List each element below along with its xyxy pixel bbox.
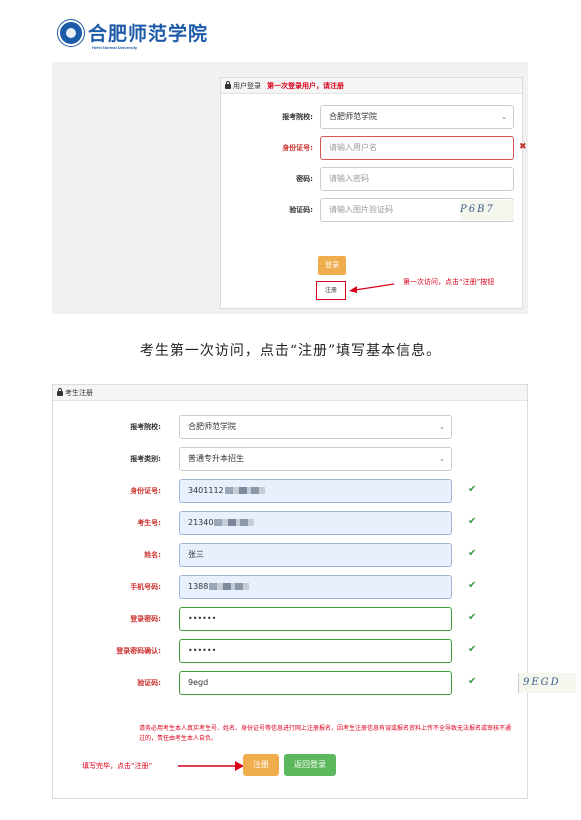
school-select[interactable]: 合肥师范学院 ⌄ (320, 105, 514, 129)
exam-no-input[interactable]: 21340 (179, 511, 452, 535)
category-row: 报考类别: 普通专升本招生 ⌄ (53, 447, 527, 471)
check-icon: ✔ (468, 484, 477, 495)
id-input[interactable]: 请输入用户名 (320, 136, 514, 160)
password-row: 密码: 请输入密码 (221, 167, 524, 191)
blurred-text (214, 519, 255, 526)
university-emblem-icon (58, 20, 84, 46)
blurred-text (224, 487, 265, 494)
captcha-placeholder: 请输入图片验证码 (329, 205, 393, 214)
register-title: 考生注册 (65, 389, 93, 397)
check-icon: ✔ (468, 676, 477, 687)
university-name: 合肥师范学院 (88, 23, 209, 45)
password-row: 登录密码: •••••• ✔ (53, 607, 527, 631)
lock-icon (57, 388, 63, 396)
login-panel: 用户登录 第一次登录用户，请注册 报考院校: 合肥师范学院 ⌄ 身份证号: 请输入… (220, 77, 527, 309)
captcha-input[interactable]: 请输入图片验证码 P6B7 (320, 198, 514, 222)
name-label: 姓名: (144, 551, 161, 559)
captcha-image[interactable]: 9EGD (518, 673, 576, 693)
id-value: 3401112 (188, 486, 224, 495)
callout-arrow (349, 283, 394, 293)
password-input[interactable]: •••••• (179, 607, 452, 631)
password-label: 密码: (296, 175, 313, 183)
submit-callout: 填写完毕，点击“注册” (82, 762, 153, 770)
register-submit-button[interactable]: 注册 (243, 754, 279, 776)
category-label: 报考类别: (130, 455, 161, 463)
confirm-password-label: 登录密码确认: (116, 647, 161, 655)
blurred-text (209, 583, 250, 590)
register-panel-header: 考生注册 (53, 385, 527, 401)
captcha-input[interactable]: 9egd 9EGD (179, 671, 576, 695)
confirm-password-input[interactable]: •••••• (179, 639, 452, 663)
site-banner: 合肥师范学院 Hefei Normal University (52, 14, 528, 62)
chevron-down-icon: ⌄ (439, 455, 445, 463)
id-row: 身份证号: 请输入用户名 ✖ (221, 136, 527, 160)
category-select-value: 普通专升本招生 (188, 454, 244, 463)
login-button[interactable]: 登录 (318, 256, 346, 275)
phone-row: 手机号码: 1388 ✔ (53, 575, 527, 599)
register-screenshot: 考生注册 报考院校: 合肥师范学院 ⌄ 报考类别: 普通专升本招生 ⌄ 身份证号… (52, 384, 576, 799)
chevron-down-icon: ⌄ (501, 113, 507, 121)
category-select[interactable]: 普通专升本招生 ⌄ (179, 447, 452, 471)
name-row: 姓名: 张三 ✔ (53, 543, 527, 567)
phone-value: 1388 (188, 582, 209, 591)
school-row: 报考院校: 合肥师范学院 ⌄ (221, 105, 524, 129)
exam-no-row: 考生号: 21340 ✔ (53, 511, 527, 535)
captcha-row: 验证码: 9egd 9EGD ✔ (53, 671, 576, 695)
id-row: 身份证号: 3401112 ✔ (53, 479, 527, 503)
password-label: 登录密码: (130, 615, 161, 623)
callout-arrow (178, 761, 244, 771)
exam-no-label: 考生号: (137, 519, 161, 527)
school-row: 报考院校: 合肥师范学院 ⌄ (53, 415, 527, 439)
captcha-row: 验证码: 请输入图片验证码 P6B7 (221, 198, 524, 222)
school-select[interactable]: 合肥师范学院 ⌄ (179, 415, 452, 439)
id-label: 身份证号: (130, 487, 161, 495)
register-callout: 第一次访问，点击“注册”按钮 (403, 278, 495, 286)
password-input[interactable]: 请输入密码 (320, 167, 514, 191)
login-panel-header: 用户登录 第一次登录用户，请注册 (221, 78, 522, 94)
school-select-value: 合肥师范学院 (188, 422, 236, 431)
chevron-down-icon: ⌄ (439, 423, 445, 431)
school-select-value: 合肥师范学院 (329, 112, 377, 121)
login-title: 用户登录 (233, 82, 261, 90)
exam-no-value: 21340 (188, 518, 214, 527)
first-login-note: 第一次登录用户，请注册 (267, 82, 344, 90)
id-input[interactable]: 3401112 (179, 479, 452, 503)
captcha-label: 验证码: (137, 679, 161, 687)
confirm-password-row: 登录密码确认: •••••• ✔ (53, 639, 527, 663)
university-english-name: Hefei Normal University (92, 45, 138, 50)
captcha-image[interactable]: P6B7 (460, 200, 514, 220)
back-to-login-button[interactable]: 返回登录 (284, 754, 336, 776)
instruction-caption: 考生第一次访问，点击“注册”填写基本信息。 (139, 343, 442, 359)
registration-notice: 请务必用考生本人真实考生号、姓名、身份证号等信息进行网上注册报名，因考生注册信息… (139, 725, 512, 742)
captcha-label: 验证码: (289, 206, 313, 214)
phone-label: 手机号码: (130, 583, 161, 591)
error-cross-icon: ✖ (519, 142, 527, 152)
register-button[interactable]: 注册 (316, 281, 346, 300)
name-input[interactable]: 张三 (179, 543, 452, 567)
check-icon: ✔ (468, 612, 477, 623)
lock-icon (225, 81, 231, 89)
id-label: 身份证号: (282, 144, 313, 152)
login-screenshot: 合肥师范学院 Hefei Normal University 用户登录 第一次登录… (52, 14, 528, 314)
check-icon: ✔ (468, 580, 477, 591)
check-icon: ✔ (468, 548, 477, 559)
phone-input[interactable]: 1388 (179, 575, 452, 599)
check-icon: ✔ (468, 644, 477, 655)
captcha-value: 9egd (188, 678, 209, 687)
check-icon: ✔ (468, 516, 477, 527)
school-label: 报考院校: (282, 113, 313, 121)
school-label: 报考院校: (130, 423, 161, 431)
